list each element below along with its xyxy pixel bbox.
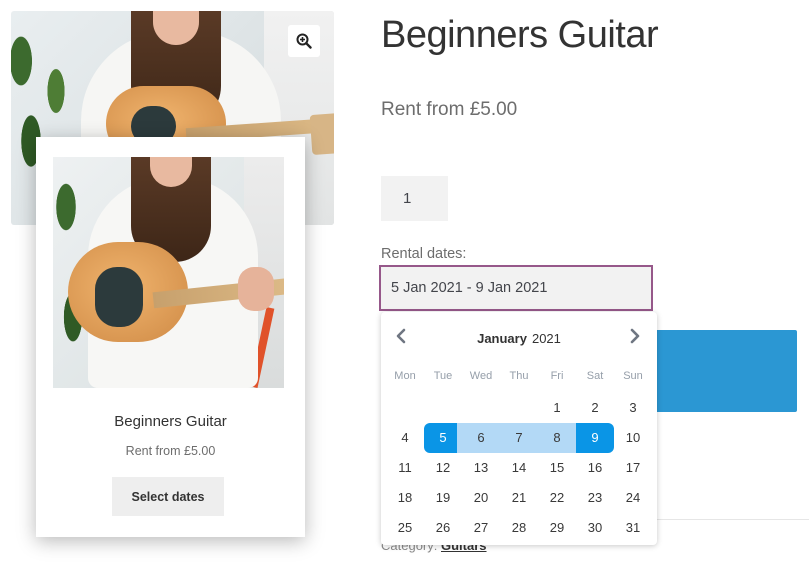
chevron-right-icon[interactable] xyxy=(627,328,643,344)
calendar-grid: Mon Tue Wed Thu Fri Sat Sun 1 2 3 4 5 6 … xyxy=(386,366,652,543)
calendar-day[interactable]: 31 xyxy=(614,513,652,543)
photo-hand xyxy=(238,267,274,311)
calendar-day-empty xyxy=(424,393,462,423)
calendar-day[interactable]: 2 xyxy=(576,393,614,423)
calendar-day[interactable]: 27 xyxy=(462,513,500,543)
select-dates-button[interactable]: Select dates xyxy=(112,477,224,516)
rental-dates-input[interactable] xyxy=(379,265,653,311)
weekday-label: Sat xyxy=(586,370,604,382)
calendar-day[interactable]: 15 xyxy=(538,453,576,483)
product-card-price: Rent from £5.00 xyxy=(125,444,216,458)
weekday-label: Thu xyxy=(509,370,529,382)
calendar-month-year: January 2021 xyxy=(381,331,657,346)
rental-dates-label: Rental dates: xyxy=(381,246,467,262)
add-to-cart-button[interactable] xyxy=(652,330,797,412)
calendar-day[interactable]: 10 xyxy=(614,423,652,453)
calendar-day[interactable]: 30 xyxy=(576,513,614,543)
zoom-button[interactable] xyxy=(288,25,320,57)
photo-pickguard xyxy=(95,267,143,327)
calendar-week: 4 5 6 7 8 9 10 xyxy=(386,423,652,453)
calendar-day[interactable]: 26 xyxy=(424,513,462,543)
calendar-week: 18 19 20 21 22 23 24 xyxy=(386,483,652,513)
calendar-day[interactable]: 19 xyxy=(424,483,462,513)
calendar-day[interactable]: 14 xyxy=(500,453,538,483)
calendar-day[interactable]: 28 xyxy=(500,513,538,543)
weekday-label: Wed xyxy=(469,370,493,382)
calendar-day-empty xyxy=(462,393,500,423)
calendar-day[interactable]: 22 xyxy=(538,483,576,513)
product-title: Beginners Guitar xyxy=(381,14,659,56)
photo-guitar-head xyxy=(309,113,334,155)
calendar-week: 11 12 13 14 15 16 17 xyxy=(386,453,652,483)
calendar-day-empty xyxy=(386,393,424,423)
calendar-day-range-end[interactable]: 9 xyxy=(576,423,614,453)
weekday-label: Mon xyxy=(394,370,416,382)
weekday-label: Tue xyxy=(433,370,453,382)
calendar-day[interactable]: 24 xyxy=(614,483,652,513)
weekday-label: Fri xyxy=(550,370,564,382)
calendar-day[interactable]: 21 xyxy=(500,483,538,513)
calendar-week: 25 26 27 28 29 30 31 xyxy=(386,513,652,543)
calendar-day[interactable]: 25 xyxy=(386,513,424,543)
product-price: Rent from £5.00 xyxy=(381,99,518,120)
calendar-day[interactable]: 23 xyxy=(576,483,614,513)
calendar-day[interactable]: 20 xyxy=(462,483,500,513)
calendar-day[interactable]: 13 xyxy=(462,453,500,483)
product-card-title[interactable]: Beginners Guitar xyxy=(36,413,305,430)
product-card: Beginners Guitar Rent from £5.00 Select … xyxy=(36,137,305,537)
calendar-week: 1 2 3 xyxy=(386,393,652,423)
calendar-day[interactable]: 16 xyxy=(576,453,614,483)
calendar-day-range-start[interactable]: 5 xyxy=(424,423,462,453)
calendar-day[interactable]: 3 xyxy=(614,393,652,423)
calendar-day[interactable]: 4 xyxy=(386,423,424,453)
calendar-month[interactable]: January xyxy=(477,331,527,346)
zoom-in-icon xyxy=(296,33,312,49)
date-picker: January 2021 Mon Tue Wed Thu Fri Sat Sun … xyxy=(381,312,657,545)
calendar-day[interactable]: 18 xyxy=(386,483,424,513)
calendar-day-in-range[interactable]: 7 xyxy=(500,423,538,453)
quantity-input[interactable] xyxy=(381,176,448,221)
product-card-image[interactable] xyxy=(53,157,284,388)
calendar-day[interactable]: 1 xyxy=(538,393,576,423)
calendar-day-empty xyxy=(500,393,538,423)
calendar-day[interactable]: 11 xyxy=(386,453,424,483)
calendar-day[interactable]: 29 xyxy=(538,513,576,543)
calendar-year[interactable]: 2021 xyxy=(532,331,561,346)
calendar-day-in-range[interactable]: 8 xyxy=(538,423,576,453)
calendar-day-in-range[interactable]: 6 xyxy=(462,423,500,453)
calendar-day[interactable]: 12 xyxy=(424,453,462,483)
weekday-label: Sun xyxy=(623,370,643,382)
calendar-weekday-row: Mon Tue Wed Thu Fri Sat Sun xyxy=(386,366,652,386)
calendar-day[interactable]: 17 xyxy=(614,453,652,483)
